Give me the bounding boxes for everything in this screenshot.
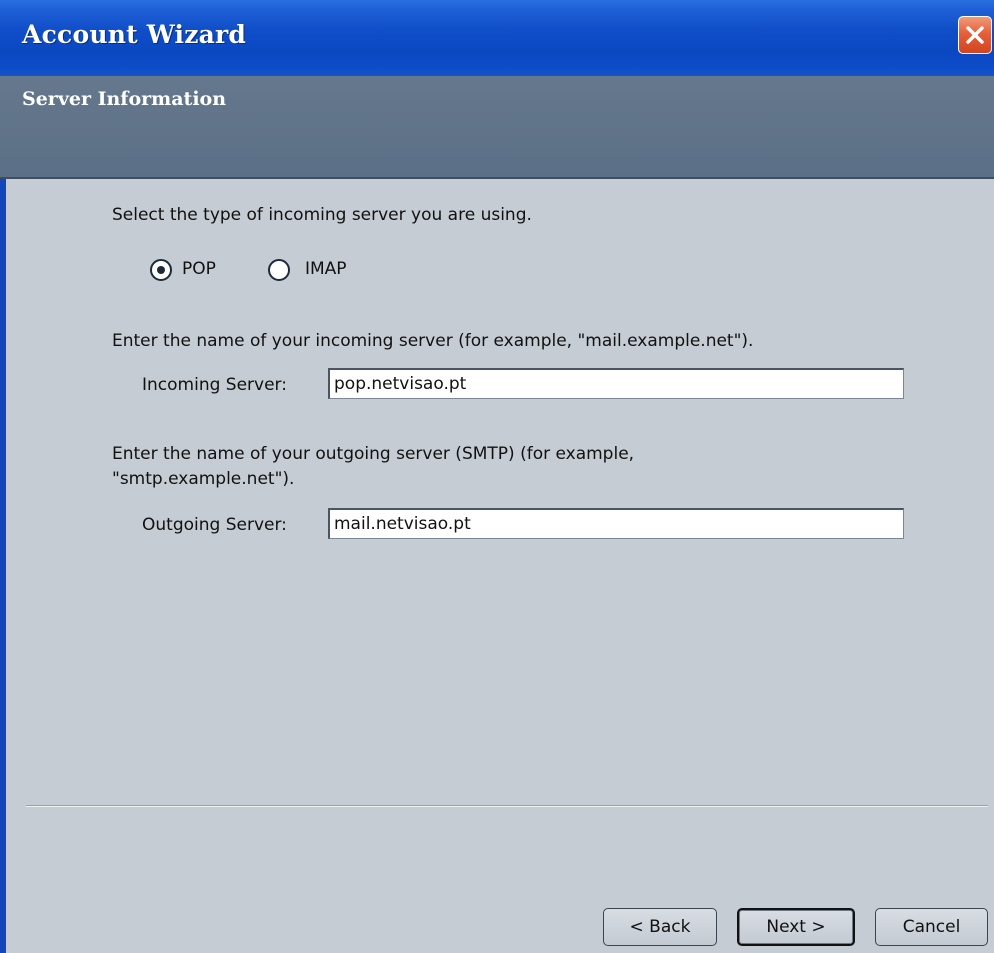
incoming-server-input[interactable] [328, 368, 904, 399]
pop-label[interactable]: POP [182, 259, 216, 279]
title-bar[interactable]: Account Wizard [0, 0, 994, 76]
outgoing-server-prompt-line1: Enter the name of your outgoing server (… [112, 444, 635, 464]
outgoing-server-input[interactable] [328, 508, 904, 539]
cancel-button[interactable]: Cancel [875, 908, 988, 946]
window-title: Account Wizard [22, 20, 247, 49]
page-subtitle: Server Information [22, 88, 227, 110]
imap-radio[interactable] [268, 259, 290, 281]
server-type-prompt: Select the type of incoming server you a… [112, 205, 532, 225]
outgoing-server-label: Outgoing Server: [142, 515, 287, 535]
outgoing-server-prompt-line2: "smtp.example.net"). [112, 469, 295, 489]
pop-radio[interactable] [150, 259, 172, 281]
account-wizard-window: Account Wizard Server Information Select… [0, 0, 994, 953]
incoming-server-prompt: Enter the name of your incoming server (… [112, 331, 754, 351]
button-separator [26, 805, 988, 807]
wizard-header: Server Information [0, 76, 994, 179]
close-button[interactable] [958, 16, 992, 54]
incoming-server-label: Incoming Server: [142, 375, 287, 395]
back-button[interactable]: < Back [603, 908, 717, 946]
close-icon [966, 26, 984, 44]
wizard-content: Select the type of incoming server you a… [6, 179, 994, 953]
next-button[interactable]: Next > [737, 908, 855, 946]
imap-label[interactable]: IMAP [305, 259, 347, 279]
